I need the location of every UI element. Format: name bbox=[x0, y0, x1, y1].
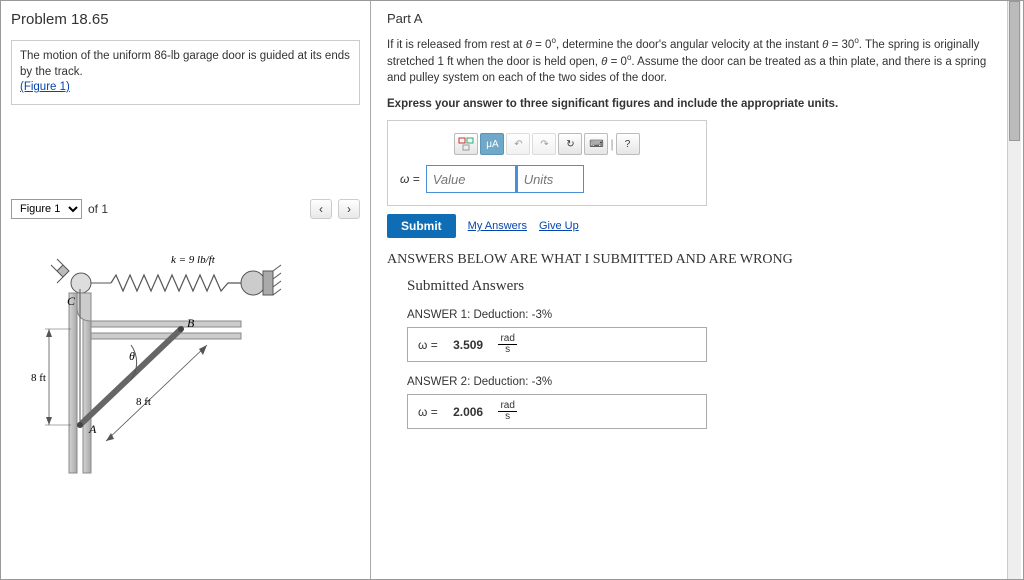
figure-link[interactable]: (Figure 1) bbox=[20, 81, 70, 93]
answer1-box: ω = 3.509 rads bbox=[407, 327, 707, 362]
problem-description: The motion of the uniform 86-lb garage d… bbox=[11, 40, 360, 105]
toolbar-sep: | bbox=[610, 137, 613, 151]
description-text: The motion of the uniform 86-lb garage d… bbox=[20, 50, 350, 78]
svg-text:A: A bbox=[88, 422, 97, 436]
undo-button[interactable]: ↶ bbox=[506, 133, 530, 155]
answer1-value: 3.509 bbox=[453, 338, 483, 352]
scrollbar[interactable] bbox=[1007, 1, 1021, 579]
value-input[interactable] bbox=[426, 165, 516, 193]
express-instruction: Express your answer to three significant… bbox=[387, 98, 1007, 110]
user-note: ANSWERS BELOW ARE WHAT I SUBMITTED AND A… bbox=[387, 252, 1007, 268]
keyboard-button[interactable]: ⌨ bbox=[584, 133, 608, 155]
problem-title: Problem 18.65 bbox=[11, 11, 360, 28]
svg-text:C: C bbox=[67, 294, 76, 308]
templates-icon[interactable] bbox=[454, 133, 478, 155]
submit-button[interactable]: Submit bbox=[387, 214, 456, 238]
spring-k-label: k = 9 lb/ft bbox=[171, 254, 216, 266]
answer2-unit: rads bbox=[498, 401, 516, 422]
part-label: Part A bbox=[387, 11, 1007, 26]
svg-text:B: B bbox=[187, 316, 195, 330]
figure-next-button[interactable]: › bbox=[338, 199, 360, 219]
scrollbar-thumb[interactable] bbox=[1009, 1, 1020, 141]
part-instruction: If it is released from rest at θ = 0o, d… bbox=[387, 36, 1007, 86]
svg-text:8 ft: 8 ft bbox=[136, 396, 151, 408]
answer1-unit: rads bbox=[498, 334, 516, 355]
figure-1: k = 9 lb/ft A B C bbox=[11, 225, 360, 505]
units-input[interactable] bbox=[516, 165, 584, 193]
figure-prev-button[interactable]: ‹ bbox=[310, 199, 332, 219]
svg-text:θ: θ bbox=[129, 349, 135, 363]
answer2-value: 2.006 bbox=[453, 405, 483, 419]
answer2-box: ω = 2.006 rads bbox=[407, 394, 707, 429]
figure-count: of 1 bbox=[88, 202, 108, 216]
submitted-heading: Submitted Answers bbox=[407, 278, 1007, 295]
reset-button[interactable]: ↻ bbox=[558, 133, 582, 155]
units-greek-button[interactable]: μA bbox=[480, 133, 504, 155]
omega-label: ω = bbox=[400, 172, 420, 186]
figure-select[interactable]: Figure 1 bbox=[11, 199, 82, 219]
redo-button[interactable]: ↷ bbox=[532, 133, 556, 155]
answer-input-zone: μA ↶ ↷ ↻ ⌨ | ? ω = bbox=[387, 120, 707, 206]
answer2-label: ANSWER 2: Deduction: -3% bbox=[407, 376, 1007, 388]
help-button[interactable]: ? bbox=[616, 133, 640, 155]
answer2-omega: ω = bbox=[418, 405, 438, 419]
give-up-link[interactable]: Give Up bbox=[539, 220, 579, 232]
answer1-omega: ω = bbox=[418, 338, 438, 352]
svg-text:8 ft: 8 ft bbox=[31, 372, 46, 384]
answer1-label: ANSWER 1: Deduction: -3% bbox=[407, 309, 1007, 321]
my-answers-link[interactable]: My Answers bbox=[468, 220, 527, 232]
